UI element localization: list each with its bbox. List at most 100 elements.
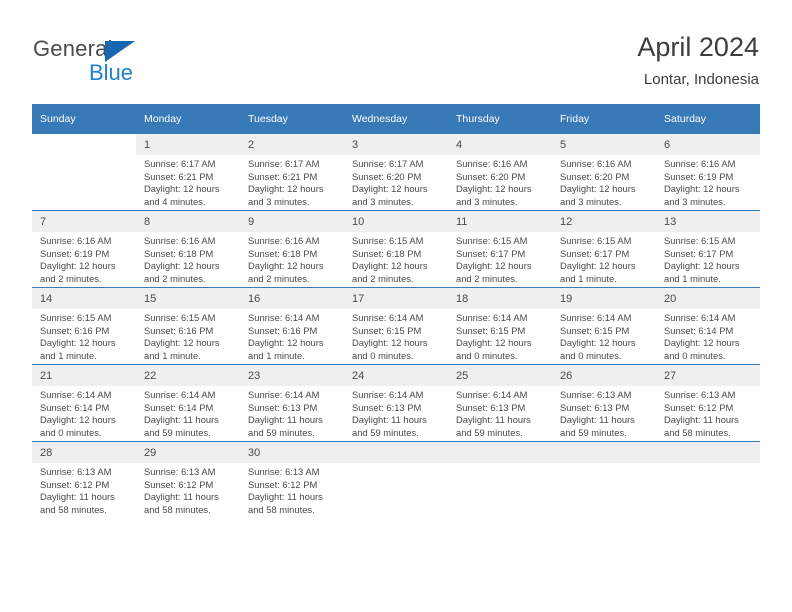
- day-number: 4: [448, 134, 552, 155]
- calendar-day-cell[interactable]: 22 Sunrise: 6:14 AM Sunset: 6:14 PM Dayl…: [136, 364, 240, 442]
- sunset-text: Sunset: 6:18 PM: [352, 247, 422, 259]
- sunset-text: Sunset: 6:12 PM: [664, 401, 734, 413]
- day-details: Sunrise: 6:15 AM Sunset: 6:16 PM Dayligh…: [32, 309, 136, 362]
- daylight-text-line1: Daylight: 12 hours: [560, 183, 636, 195]
- calendar-day-cell[interactable]: 3 Sunrise: 6:17 AM Sunset: 6:20 PM Dayli…: [344, 134, 448, 211]
- daylight-text-line2: and 0 minutes.: [560, 349, 622, 361]
- calendar-day-cell: [32, 134, 136, 211]
- sunrise-text: Sunrise: 6:13 AM: [248, 466, 320, 477]
- sunset-text: Sunset: 6:16 PM: [248, 324, 318, 336]
- day-details: Sunrise: 6:13 AM Sunset: 6:12 PM Dayligh…: [240, 463, 344, 516]
- sunrise-text: Sunrise: 6:15 AM: [456, 235, 528, 246]
- calendar-day-cell[interactable]: 20 Sunrise: 6:14 AM Sunset: 6:14 PM Dayl…: [656, 287, 760, 365]
- day-number: 12: [552, 211, 656, 232]
- sunrise-text: Sunrise: 6:15 AM: [560, 235, 632, 246]
- calendar-day-cell[interactable]: 15 Sunrise: 6:15 AM Sunset: 6:16 PM Dayl…: [136, 287, 240, 365]
- sunrise-text: Sunrise: 6:13 AM: [560, 389, 632, 400]
- daylight-text-line2: and 59 minutes.: [352, 426, 419, 438]
- sunset-text: Sunset: 6:17 PM: [456, 247, 526, 259]
- day-details: Sunrise: 6:15 AM Sunset: 6:17 PM Dayligh…: [656, 232, 760, 285]
- daylight-text-line2: and 3 minutes.: [352, 195, 414, 207]
- calendar-day-cell[interactable]: 18 Sunrise: 6:14 AM Sunset: 6:15 PM Dayl…: [448, 287, 552, 365]
- daylight-text-line2: and 1 minute.: [248, 349, 305, 361]
- daylight-text-line1: Daylight: 12 hours: [664, 183, 740, 195]
- day-details: Sunrise: 6:17 AM Sunset: 6:21 PM Dayligh…: [240, 155, 344, 208]
- calendar-day-cell[interactable]: 23 Sunrise: 6:14 AM Sunset: 6:13 PM Dayl…: [240, 364, 344, 442]
- sunset-text: Sunset: 6:19 PM: [40, 247, 110, 259]
- daylight-text-line1: Daylight: 12 hours: [664, 260, 740, 272]
- day-number: 2: [240, 134, 344, 155]
- day-number: 17: [344, 288, 448, 309]
- calendar-day-cell[interactable]: 29 Sunrise: 6:13 AM Sunset: 6:12 PM Dayl…: [136, 441, 240, 518]
- daylight-text-line2: and 0 minutes.: [352, 349, 414, 361]
- calendar-day-cell[interactable]: 13 Sunrise: 6:15 AM Sunset: 6:17 PM Dayl…: [656, 210, 760, 288]
- logo-text-blue: Blue: [89, 60, 134, 85]
- day-number: [32, 134, 136, 155]
- day-number: 18: [448, 288, 552, 309]
- sunset-text: Sunset: 6:20 PM: [560, 170, 630, 182]
- day-details: Sunrise: 6:14 AM Sunset: 6:13 PM Dayligh…: [448, 386, 552, 439]
- calendar-day-cell[interactable]: 5 Sunrise: 6:16 AM Sunset: 6:20 PM Dayli…: [552, 134, 656, 211]
- calendar-day-cell[interactable]: 19 Sunrise: 6:14 AM Sunset: 6:15 PM Dayl…: [552, 287, 656, 365]
- sunset-text: Sunset: 6:16 PM: [144, 324, 214, 336]
- sunset-text: Sunset: 6:14 PM: [40, 401, 110, 413]
- calendar-day-cell[interactable]: 16 Sunrise: 6:14 AM Sunset: 6:16 PM Dayl…: [240, 287, 344, 365]
- daylight-text-line2: and 0 minutes.: [456, 349, 518, 361]
- page-header: General Blue April 2024 Lontar, Indonesi…: [0, 0, 792, 104]
- calendar-day-cell[interactable]: 26 Sunrise: 6:13 AM Sunset: 6:13 PM Dayl…: [552, 364, 656, 442]
- day-number: 10: [344, 211, 448, 232]
- page-subtitle-location: Lontar, Indonesia: [643, 71, 759, 88]
- daylight-text-line2: and 2 minutes.: [144, 272, 206, 284]
- daylight-text-line1: Daylight: 12 hours: [560, 337, 636, 349]
- daylight-text-line1: Daylight: 11 hours: [144, 491, 219, 503]
- daylight-text-line1: Daylight: 11 hours: [248, 491, 323, 503]
- calendar-day-cell[interactable]: 17 Sunrise: 6:14 AM Sunset: 6:15 PM Dayl…: [344, 287, 448, 365]
- calendar-day-cell[interactable]: 9 Sunrise: 6:16 AM Sunset: 6:18 PM Dayli…: [240, 210, 344, 288]
- calendar-day-cell[interactable]: 30 Sunrise: 6:13 AM Sunset: 6:12 PM Dayl…: [240, 441, 344, 518]
- daylight-text-line2: and 3 minutes.: [456, 195, 518, 207]
- sunset-text: Sunset: 6:12 PM: [248, 478, 318, 490]
- day-details: Sunrise: 6:17 AM Sunset: 6:20 PM Dayligh…: [344, 155, 448, 208]
- calendar-day-cell[interactable]: 24 Sunrise: 6:14 AM Sunset: 6:13 PM Dayl…: [344, 364, 448, 442]
- calendar-day-cell[interactable]: 28 Sunrise: 6:13 AM Sunset: 6:12 PM Dayl…: [32, 441, 136, 518]
- calendar-day-cell[interactable]: 2 Sunrise: 6:17 AM Sunset: 6:21 PM Dayli…: [240, 134, 344, 211]
- sunset-text: Sunset: 6:17 PM: [560, 247, 630, 259]
- daylight-text-line1: Daylight: 12 hours: [664, 337, 740, 349]
- day-number: 11: [448, 211, 552, 232]
- day-details: Sunrise: 6:14 AM Sunset: 6:13 PM Dayligh…: [344, 386, 448, 439]
- day-details: Sunrise: 6:16 AM Sunset: 6:19 PM Dayligh…: [656, 155, 760, 208]
- calendar-day-cell[interactable]: 8 Sunrise: 6:16 AM Sunset: 6:18 PM Dayli…: [136, 210, 240, 288]
- calendar-day-cell[interactable]: 12 Sunrise: 6:15 AM Sunset: 6:17 PM Dayl…: [552, 210, 656, 288]
- day-number: 25: [448, 365, 552, 386]
- calendar-week-row: 28 Sunrise: 6:13 AM Sunset: 6:12 PM Dayl…: [32, 441, 760, 518]
- daylight-text-line2: and 2 minutes.: [40, 272, 102, 284]
- day-details: Sunrise: 6:14 AM Sunset: 6:15 PM Dayligh…: [448, 309, 552, 362]
- calendar-day-cell[interactable]: 4 Sunrise: 6:16 AM Sunset: 6:20 PM Dayli…: [448, 134, 552, 211]
- calendar-day-cell[interactable]: 6 Sunrise: 6:16 AM Sunset: 6:19 PM Dayli…: [656, 134, 760, 211]
- day-details: Sunrise: 6:13 AM Sunset: 6:12 PM Dayligh…: [656, 386, 760, 439]
- sunset-text: Sunset: 6:15 PM: [352, 324, 422, 336]
- calendar-day-cell: [344, 441, 448, 518]
- calendar-day-cell[interactable]: 11 Sunrise: 6:15 AM Sunset: 6:17 PM Dayl…: [448, 210, 552, 288]
- daylight-text-line2: and 0 minutes.: [40, 426, 102, 438]
- calendar-day-cell[interactable]: 25 Sunrise: 6:14 AM Sunset: 6:13 PM Dayl…: [448, 364, 552, 442]
- daylight-text-line1: Daylight: 11 hours: [456, 414, 531, 426]
- daylight-text-line1: Daylight: 12 hours: [40, 337, 116, 349]
- sunset-text: Sunset: 6:14 PM: [664, 324, 734, 336]
- calendar-day-cell[interactable]: 14 Sunrise: 6:15 AM Sunset: 6:16 PM Dayl…: [32, 287, 136, 365]
- calendar-day-cell: [448, 441, 552, 518]
- calendar-day-cell[interactable]: 7 Sunrise: 6:16 AM Sunset: 6:19 PM Dayli…: [32, 210, 136, 288]
- general-blue-logo[interactable]: General Blue: [33, 36, 253, 92]
- calendar-day-cell[interactable]: 21 Sunrise: 6:14 AM Sunset: 6:14 PM Dayl…: [32, 364, 136, 442]
- day-details: Sunrise: 6:13 AM Sunset: 6:13 PM Dayligh…: [552, 386, 656, 439]
- day-details: Sunrise: 6:16 AM Sunset: 6:18 PM Dayligh…: [240, 232, 344, 285]
- calendar-day-cell[interactable]: 27 Sunrise: 6:13 AM Sunset: 6:12 PM Dayl…: [656, 364, 760, 442]
- day-details: Sunrise: 6:15 AM Sunset: 6:18 PM Dayligh…: [344, 232, 448, 285]
- day-number: 26: [552, 365, 656, 386]
- calendar-day-cell[interactable]: 10 Sunrise: 6:15 AM Sunset: 6:18 PM Dayl…: [344, 210, 448, 288]
- sunrise-text: Sunrise: 6:14 AM: [248, 312, 320, 323]
- daylight-text-line2: and 1 minute.: [560, 272, 617, 284]
- calendar-day-cell[interactable]: 1 Sunrise: 6:17 AM Sunset: 6:21 PM Dayli…: [136, 134, 240, 211]
- weekday-header-row: Sunday Monday Tuesday Wednesday Thursday…: [32, 104, 760, 134]
- day-details: Sunrise: 6:14 AM Sunset: 6:13 PM Dayligh…: [240, 386, 344, 439]
